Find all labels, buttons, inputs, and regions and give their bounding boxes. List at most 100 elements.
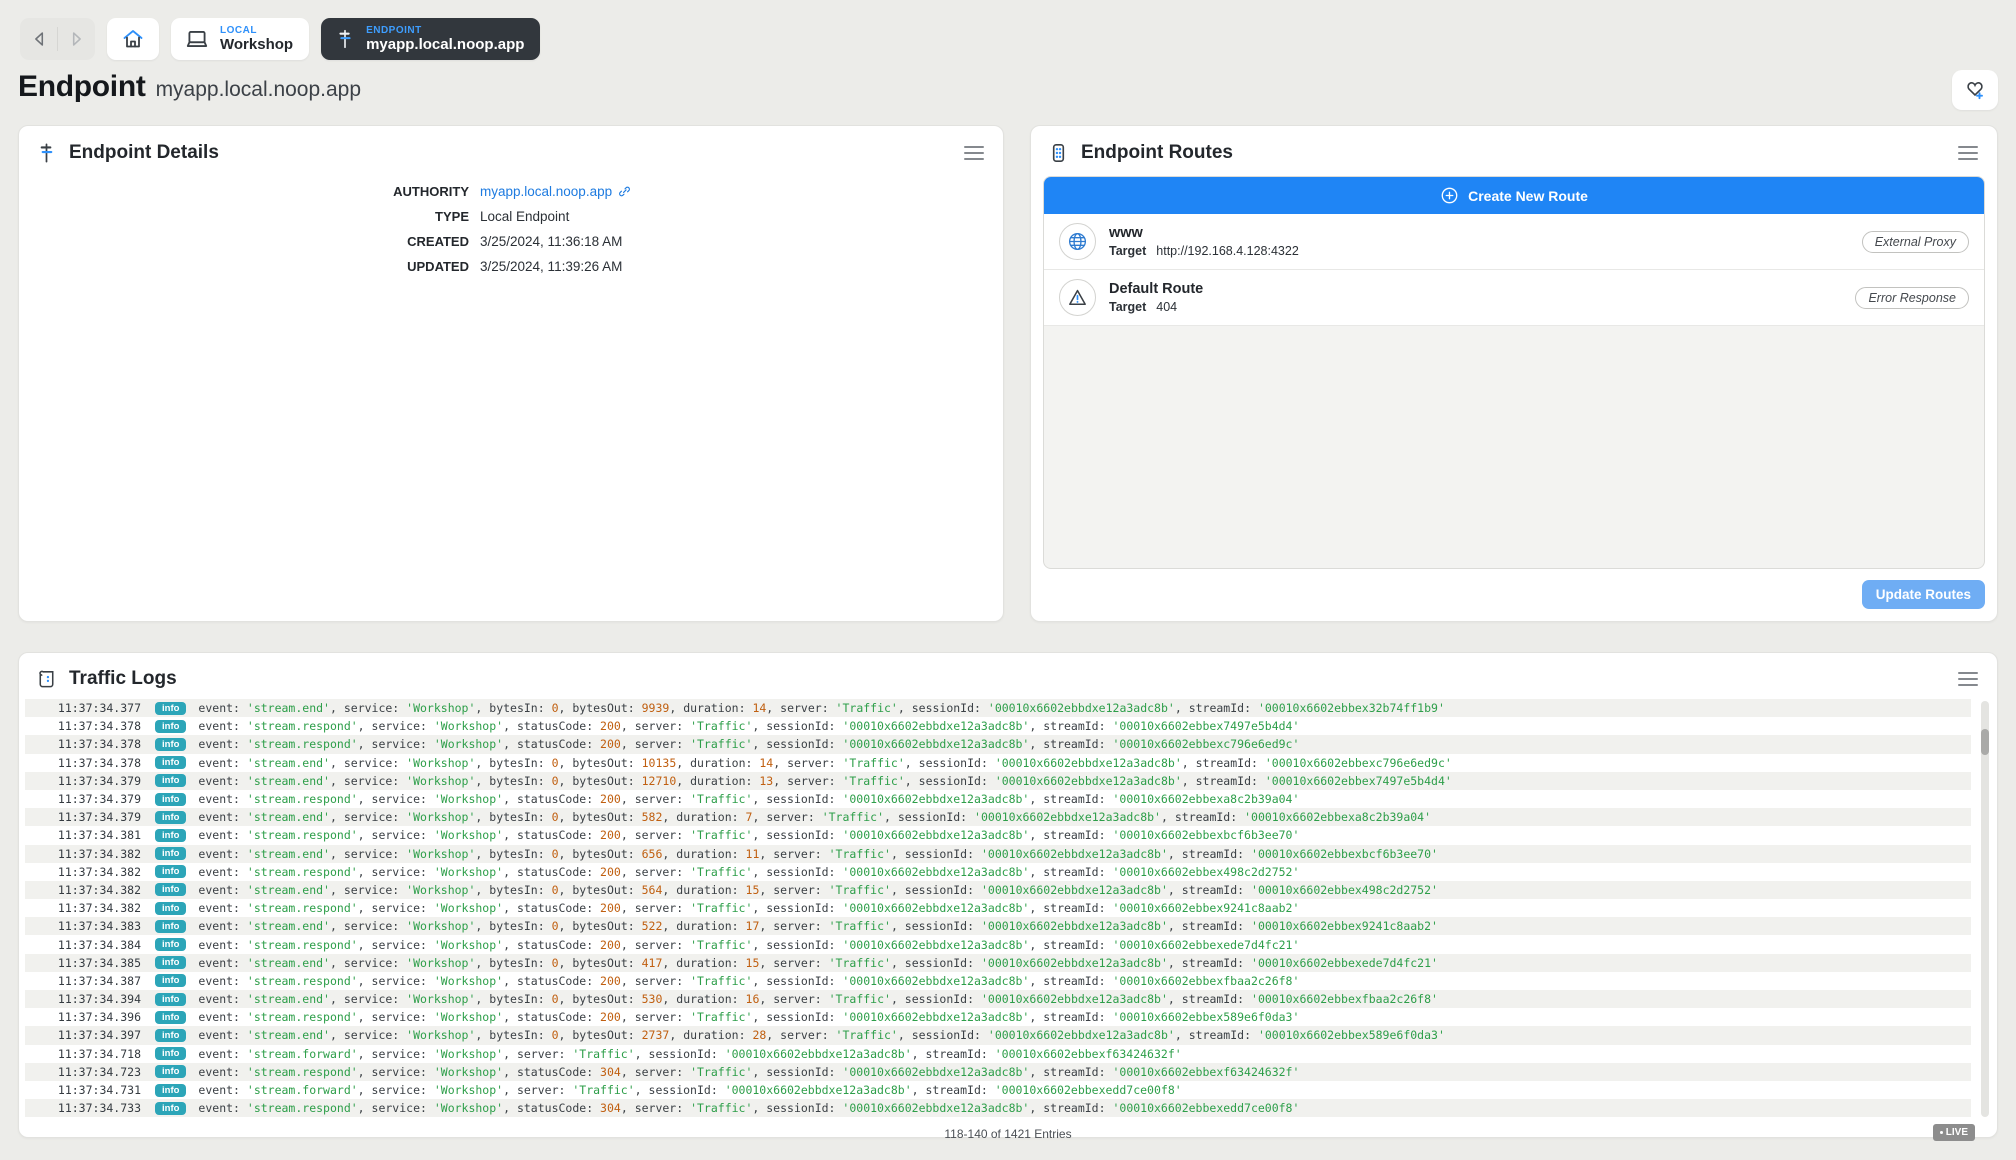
logs-menu-button[interactable]: [1955, 668, 1981, 690]
traffic-logs-card: Traffic Logs 11:37:34.377 info event: 's…: [18, 652, 1998, 1138]
log-row: 11:37:34.385 info event: 'stream.end', s…: [25, 954, 1971, 972]
route-target-value: http://192.168.4.128:4322: [1156, 244, 1299, 258]
workshop-tab-kicker: LOCAL: [220, 25, 257, 37]
log-timestamp: 11:37:34.378: [25, 719, 141, 733]
routes-card-title: Endpoint Routes: [1081, 142, 1233, 164]
endpoint-tab-kicker: ENDPOINT: [366, 25, 422, 37]
log-message: event: 'stream.forward', service: 'Works…: [198, 1047, 1181, 1061]
log-row: 11:37:34.379 info event: 'stream.end', s…: [25, 808, 1971, 826]
log-message: event: 'stream.end', service: 'Workshop'…: [198, 883, 1438, 897]
log-timestamp: 11:37:34.394: [25, 992, 141, 1006]
field-value: 3/25/2024, 11:36:18 AM: [480, 234, 622, 249]
log-level-badge: info: [155, 829, 186, 842]
hamburger-icon: [1957, 144, 1979, 162]
back-button[interactable]: [22, 20, 57, 58]
field-value: 3/25/2024, 11:39:26 AM: [480, 259, 622, 274]
log-level-badge: info: [155, 956, 186, 969]
globe-icon: [1059, 223, 1096, 260]
home-button[interactable]: [107, 18, 159, 60]
log-row: 11:37:34.382 info event: 'stream.end', s…: [25, 845, 1971, 863]
log-message: event: 'stream.respond', service: 'Works…: [198, 938, 1299, 952]
log-message: event: 'stream.end', service: 'Workshop'…: [198, 701, 1444, 715]
log-row: 11:37:34.379 info event: 'stream.respond…: [25, 790, 1971, 808]
authority-link[interactable]: myapp.local.noop.app: [480, 184, 632, 199]
field-label: AUTHORITY: [19, 184, 469, 199]
route-row[interactable]: Default Route Target 404 Error Response: [1044, 270, 1984, 326]
hamburger-icon: [1957, 670, 1979, 688]
log-message: event: 'stream.respond', service: 'Works…: [198, 974, 1299, 988]
page-subtitle: myapp.local.noop.app: [156, 78, 361, 102]
log-level-badge: info: [155, 847, 186, 860]
route-row[interactable]: www Target http://192.168.4.128:4322 Ext…: [1044, 214, 1984, 270]
log-viewport: 11:37:34.377 info event: 'stream.end', s…: [19, 699, 1997, 1119]
details-field-row: CREATED 3/25/2024, 11:36:18 AM: [19, 234, 1003, 249]
routes-empty-area: [1044, 326, 1984, 568]
details-fields: AUTHORITY myapp.local.noop.app TYPE Loca…: [19, 184, 1003, 274]
warning-icon: [1059, 279, 1096, 316]
route-target-label: Target: [1109, 244, 1146, 258]
page-title: Endpoint: [18, 70, 146, 104]
log-timestamp: 11:37:34.381: [25, 828, 141, 842]
log-level-badge: info: [155, 756, 186, 769]
log-timestamp: 11:37:34.379: [25, 792, 141, 806]
log-timestamp: 11:37:34.382: [25, 883, 141, 897]
field-value: Local Endpoint: [480, 209, 569, 224]
log-level-badge: info: [155, 974, 186, 987]
laptop-icon: [184, 26, 210, 52]
log-row: 11:37:34.382 info event: 'stream.respond…: [25, 899, 1971, 917]
traffic-signal-icon: [1047, 141, 1070, 165]
live-toggle-badge[interactable]: LIVE: [1933, 1124, 1975, 1141]
log-timestamp: 11:37:34.733: [25, 1101, 141, 1115]
log-timestamp: 11:37:34.379: [25, 774, 141, 788]
routes-menu-button[interactable]: [1955, 142, 1981, 164]
log-row: 11:37:34.396 info event: 'stream.respond…: [25, 1008, 1971, 1026]
log-timestamp: 11:37:34.379: [25, 810, 141, 824]
signpost-icon: [334, 27, 356, 51]
create-new-route-label: Create New Route: [1468, 188, 1588, 204]
log-timestamp: 11:37:34.396: [25, 1010, 141, 1024]
workshop-tab-label: Workshop: [220, 36, 293, 53]
log-message: event: 'stream.end', service: 'Workshop'…: [198, 919, 1438, 933]
logs-scrollbar-thumb[interactable]: [1981, 729, 1989, 755]
plus-circle-icon: [1440, 186, 1459, 205]
log-level-badge: info: [155, 993, 186, 1006]
details-field-row: UPDATED 3/25/2024, 11:39:26 AM: [19, 259, 1003, 274]
log-level-badge: info: [155, 902, 186, 915]
log-level-badge: info: [155, 865, 186, 878]
details-menu-button[interactable]: [961, 142, 987, 164]
log-message: event: 'stream.end', service: 'Workshop'…: [198, 992, 1438, 1006]
favorite-button[interactable]: [1952, 70, 1998, 110]
field-value-text: Local Endpoint: [480, 209, 569, 224]
log-timestamp: 11:37:34.377: [25, 701, 141, 715]
route-type-badge: External Proxy: [1862, 231, 1969, 253]
log-row: 11:37:34.378 info event: 'stream.respond…: [25, 717, 1971, 735]
log-level-badge: info: [155, 774, 186, 787]
log-row: 11:37:34.379 info event: 'stream.end', s…: [25, 772, 1971, 790]
log-level-badge: info: [155, 720, 186, 733]
log-row: 11:37:34.723 info event: 'stream.respond…: [25, 1063, 1971, 1081]
route-name: Default Route: [1109, 281, 1842, 297]
route-name: www: [1109, 225, 1849, 241]
forward-button[interactable]: [58, 20, 93, 58]
update-routes-button[interactable]: Update Routes: [1862, 580, 1985, 609]
details-card-title: Endpoint Details: [69, 142, 219, 164]
entries-count: 118-140 of 1421 Entries: [19, 1127, 1997, 1141]
history-nav-group: [20, 18, 95, 60]
log-level-badge: info: [155, 702, 186, 715]
log-timestamp: 11:37:34.378: [25, 756, 141, 770]
log-level-badge: info: [155, 738, 186, 751]
tab-endpoint[interactable]: ENDPOINT myapp.local.noop.app: [321, 18, 540, 60]
log-message: event: 'stream.end', service: 'Workshop'…: [198, 810, 1431, 824]
log-row: 11:37:34.378 info event: 'stream.end', s…: [25, 754, 1971, 772]
log-message: event: 'stream.end', service: 'Workshop'…: [198, 1028, 1444, 1042]
tab-workshop[interactable]: LOCAL Workshop: [171, 18, 309, 60]
log-message: event: 'stream.end', service: 'Workshop'…: [198, 956, 1438, 970]
log-timestamp: 11:37:34.718: [25, 1047, 141, 1061]
log-message: event: 'stream.respond', service: 'Works…: [198, 719, 1299, 733]
field-value-text: myapp.local.noop.app: [480, 184, 612, 199]
create-new-route-button[interactable]: Create New Route: [1044, 177, 1984, 214]
live-dot-icon: [1940, 1131, 1943, 1134]
hamburger-icon: [963, 144, 985, 162]
logs-scrollbar[interactable]: [1981, 701, 1989, 1117]
log-row: 11:37:34.378 info event: 'stream.respond…: [25, 735, 1971, 753]
